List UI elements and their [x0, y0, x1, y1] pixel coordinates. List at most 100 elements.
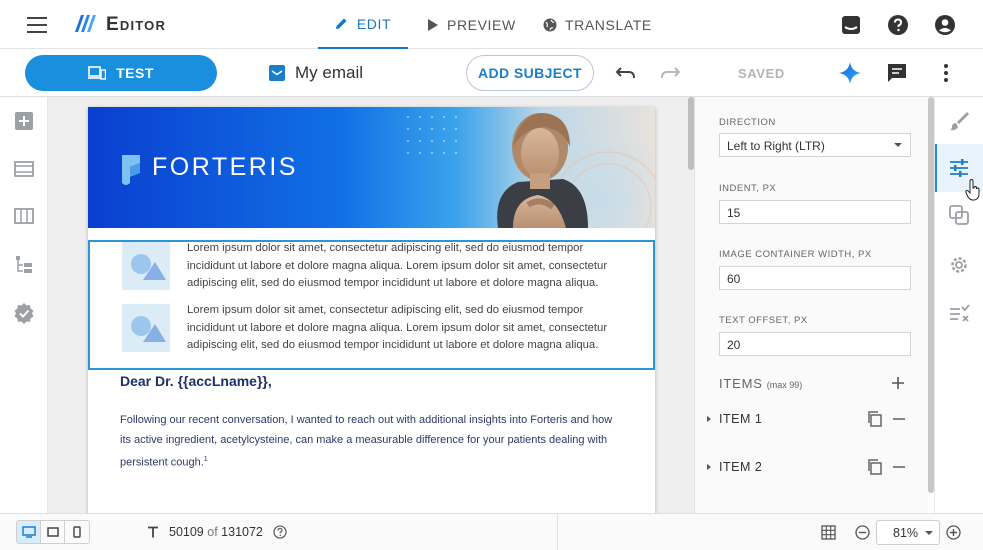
tablet-view-button[interactable] [41, 521, 65, 543]
copy-icon[interactable] [867, 459, 883, 475]
settings-sliders-icon[interactable] [948, 157, 970, 179]
conditions-icon[interactable] [948, 204, 970, 226]
tablet-icon [46, 527, 59, 537]
saved-status: SAVED [738, 66, 785, 81]
mobile-view-button[interactable] [65, 521, 89, 543]
tab-edit-label: EDIT [356, 15, 392, 32]
ai-assistant-icon[interactable] [838, 61, 862, 85]
inbox-icon[interactable] [840, 14, 862, 36]
pencil-icon [335, 17, 349, 31]
zoom-select[interactable]: 81% [876, 520, 940, 545]
checklist-icon[interactable] [948, 303, 970, 325]
help-icon[interactable] [887, 14, 909, 36]
items-max: (max 99) [766, 380, 803, 390]
account-icon[interactable] [934, 14, 956, 36]
list-item-text: Lorem ipsum dolor sit amet, consectetur … [187, 242, 608, 289]
settings-panel: DIRECTION Left to Right (LTR) INDENT, PX… [694, 97, 928, 513]
text-offset-label: TEXT OFFSET, PX [719, 315, 808, 326]
tab-preview-label: PREVIEW [447, 16, 516, 33]
device-toggle [16, 520, 90, 544]
item-label: ITEM 2 [719, 460, 763, 474]
comments-icon[interactable] [886, 62, 908, 84]
structures-icon[interactable] [13, 158, 35, 180]
direction-select[interactable]: Left to Right (LTR) [719, 133, 911, 157]
grid-icon[interactable] [821, 525, 836, 540]
indent-label: INDENT, PX [719, 183, 777, 194]
devices-icon [88, 66, 107, 80]
remove-icon[interactable] [892, 460, 906, 474]
left-tool-rail [0, 97, 48, 513]
zoom-value: 81% [893, 526, 919, 540]
zoom-out-icon[interactable] [855, 525, 870, 540]
image-placeholder-icon [122, 304, 170, 352]
divider [557, 514, 558, 550]
item-label: ITEM 1 [719, 412, 763, 426]
add-subject-button[interactable]: ADD SUBJECT [466, 55, 594, 91]
redo-icon[interactable] [659, 64, 681, 82]
test-button[interactable]: TEST [25, 55, 217, 91]
email-icon [269, 65, 285, 81]
test-button-label: TEST [116, 65, 154, 81]
text-size-icon [148, 526, 158, 538]
email-name-label: My email [295, 63, 364, 82]
email-body-text[interactable]: Following our recent conversation, I wan… [120, 410, 620, 473]
play-icon [425, 18, 439, 32]
email-toolbar: TEST My email ADD SUBJECT SAVED [0, 49, 983, 97]
undo-icon[interactable] [615, 64, 637, 82]
chevron-right-icon [707, 416, 711, 422]
columns-icon[interactable] [13, 205, 35, 227]
add-block-icon[interactable] [13, 110, 35, 132]
list-block-selected[interactable]: Lorem ipsum dolor sit amet, consectetur … [88, 240, 655, 370]
gear-icon[interactable] [948, 254, 970, 276]
status-bar: 50109 of 131072 81% [0, 513, 983, 550]
tab-edit[interactable]: EDIT [318, 0, 408, 49]
image-width-input[interactable]: 60 [719, 266, 911, 290]
item-row-1[interactable]: ITEM 1 [705, 409, 915, 431]
app-logo-icon [75, 15, 96, 32]
layers-tree-icon[interactable] [13, 254, 35, 276]
direction-label: DIRECTION [719, 117, 776, 128]
tab-translate[interactable]: TRANSLATE [543, 0, 652, 49]
add-item-icon[interactable] [891, 376, 905, 390]
more-options-icon[interactable] [936, 62, 956, 84]
brand-name: FORTERIS [152, 153, 298, 181]
chevron-down-icon [894, 143, 902, 147]
chevron-down-icon [925, 531, 933, 535]
chevron-right-icon [707, 464, 711, 470]
image-placeholder-icon [122, 242, 170, 290]
right-tool-rail [934, 97, 983, 513]
zoom-in-icon[interactable] [946, 525, 961, 540]
tab-translate-label: TRANSLATE [565, 16, 652, 33]
globe-icon [543, 18, 557, 32]
email-name[interactable]: My email [269, 63, 363, 83]
app-title: Editor [106, 14, 167, 35]
character-counter: 50109 of 131072 [147, 525, 287, 539]
footnote-ref: 1 [203, 456, 208, 463]
char-limit: 131072 [221, 525, 263, 539]
item-row-2[interactable]: ITEM 2 [705, 457, 915, 479]
tab-preview[interactable]: PREVIEW [425, 0, 516, 49]
indent-input[interactable]: 15 [719, 200, 911, 224]
brush-icon[interactable] [948, 110, 970, 132]
list-item-text: Lorem ipsum dolor sit amet, consectetur … [187, 304, 608, 351]
char-count: 50109 [169, 525, 204, 539]
body-text: Following our recent conversation, I wan… [120, 414, 613, 469]
desktop-icon [21, 526, 36, 538]
remove-icon[interactable] [892, 412, 906, 426]
mobile-icon [73, 526, 81, 538]
email-body: FORTERIS Lorem ipsum dolor sit amet, con… [88, 107, 655, 513]
cursor-hand-icon [965, 179, 980, 201]
items-header: ITEMS (max 99) [719, 376, 802, 391]
top-bar: Editor EDIT PREVIEW TRANSLATE [0, 0, 983, 49]
hero-banner[interactable]: FORTERIS [88, 107, 655, 228]
email-greeting[interactable]: Dear Dr. {{accLname}}, [120, 373, 272, 389]
brand-logo-icon [122, 155, 140, 185]
char-of: of [207, 525, 218, 539]
help-outline-icon[interactable] [273, 525, 287, 539]
menu-icon[interactable] [27, 17, 47, 33]
desktop-view-button[interactable] [17, 521, 41, 543]
email-canvas[interactable]: FORTERIS Lorem ipsum dolor sit amet, con… [48, 97, 694, 513]
text-offset-input[interactable]: 20 [719, 332, 911, 356]
copy-icon[interactable] [867, 411, 883, 427]
verified-modules-icon[interactable] [13, 302, 35, 324]
